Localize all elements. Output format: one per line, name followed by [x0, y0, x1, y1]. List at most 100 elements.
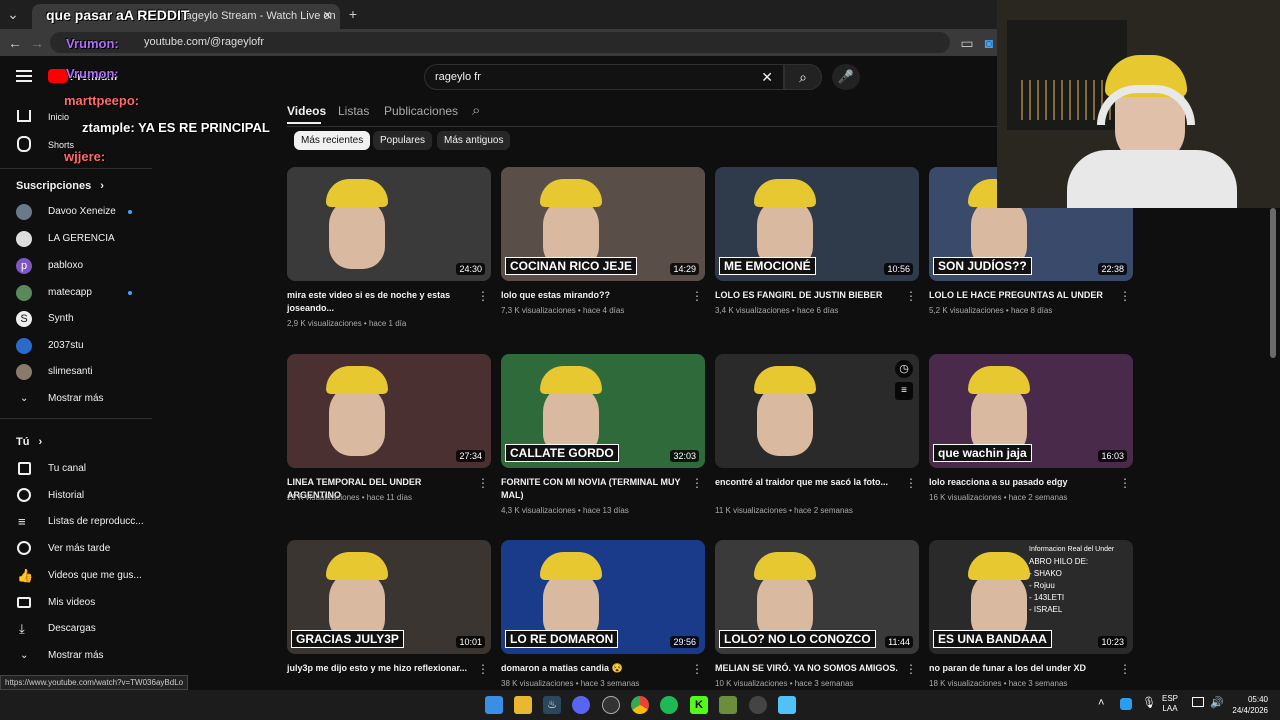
- sidebar-item-sub-0[interactable]: Davoo Xeneize: [0, 199, 150, 225]
- obs-icon[interactable]: [602, 696, 620, 714]
- more-actions-kebab-icon[interactable]: ⋮: [691, 289, 703, 303]
- video-card[interactable]: ◷ ≡ encontré al traidor que me sacó la fot…: [715, 354, 919, 534]
- sidebar-item-sub-2[interactable]: p pabloxo: [0, 253, 150, 279]
- tab-publicaciones[interactable]: Publicaciones: [384, 104, 458, 118]
- more-actions-kebab-icon[interactable]: ⋮: [905, 476, 917, 490]
- sidebar-item-tu-canal[interactable]: Tu canal: [0, 456, 150, 482]
- more-actions-kebab-icon[interactable]: ⋮: [691, 662, 703, 676]
- add-to-queue-icon[interactable]: ≡: [895, 382, 913, 400]
- video-thumbnail[interactable]: 24:30: [287, 167, 491, 281]
- video-card[interactable]: que wachin jaja 16:03 lolo reacciona a su …: [929, 354, 1133, 534]
- sidebar-item-mis-videos[interactable]: Mis videos: [0, 590, 150, 616]
- video-title[interactable]: encontré al traidor que me sacó la foto.…: [715, 476, 905, 489]
- tab-list-chevron-icon[interactable]: ⌄: [4, 5, 22, 23]
- more-actions-kebab-icon[interactable]: ⋮: [1119, 289, 1131, 303]
- minecraft-icon[interactable]: [719, 696, 737, 714]
- extension-icon[interactable]: ◙: [980, 34, 998, 52]
- more-actions-kebab-icon[interactable]: ⋮: [477, 662, 489, 676]
- volume-icon[interactable]: 🔊: [1210, 696, 1224, 709]
- video-thumbnail[interactable]: LO RE DOMARON 29:56: [501, 540, 705, 654]
- youtube-logo[interactable]: [48, 69, 68, 83]
- file-explorer-icon[interactable]: [514, 696, 532, 714]
- discord-icon[interactable]: [572, 696, 590, 714]
- more-actions-kebab-icon[interactable]: ⋮: [905, 289, 917, 303]
- chip-mas-recientes[interactable]: Más recientes: [294, 131, 371, 150]
- search-button[interactable]: ⌕: [784, 64, 822, 90]
- back-arrow-icon[interactable]: ←: [6, 34, 24, 52]
- sidebar-item-sub-5[interactable]: 2037stu: [0, 333, 150, 359]
- search-input[interactable]: rageylo fr ✕: [424, 64, 784, 90]
- notepad-icon[interactable]: [778, 696, 796, 714]
- sidebar-item-historial[interactable]: Historial: [0, 483, 150, 509]
- sidebar-item-descargas[interactable]: ⤓ Descargas: [0, 616, 150, 642]
- page-scrollbar[interactable]: [1270, 208, 1276, 358]
- sidebar-item-sub-1[interactable]: LA GERENCIA: [0, 226, 150, 252]
- ccleaner-icon[interactable]: [749, 696, 767, 714]
- tray-defender-icon[interactable]: [1120, 698, 1132, 710]
- tray-chevron-up-icon[interactable]: ˄: [1098, 697, 1104, 709]
- video-title[interactable]: lolo que estas mirando??: [501, 289, 691, 302]
- video-thumbnail[interactable]: ES UNA BANDAAA 10:23 Informacion Real del …: [929, 540, 1133, 654]
- video-thumbnail[interactable]: 27:34: [287, 354, 491, 468]
- sidebar-item-ver-mas-tarde[interactable]: Ver más tarde: [0, 536, 150, 562]
- video-card[interactable]: CALLATE GORDO 32:03 FORNITE CON MI NOVIA (…: [501, 354, 705, 534]
- more-actions-kebab-icon[interactable]: ⋮: [1119, 476, 1131, 490]
- video-title[interactable]: LOLO ES FANGIRL DE JUSTIN BIEBER: [715, 289, 905, 302]
- clear-search-icon[interactable]: ✕: [761, 65, 773, 89]
- video-thumbnail[interactable]: LOLO? NO LO CONOZCO 11:44: [715, 540, 919, 654]
- sidebar-item-sub-6[interactable]: slimesanti: [0, 359, 150, 385]
- more-actions-kebab-icon[interactable]: ⋮: [1119, 662, 1131, 676]
- tab-videos[interactable]: Videos: [287, 104, 326, 124]
- video-title[interactable]: lolo reacciona a su pasado edgy: [929, 476, 1119, 489]
- clock[interactable]: 05:40 24/4/2026: [1228, 694, 1268, 716]
- video-thumbnail[interactable]: CALLATE GORDO 32:03: [501, 354, 705, 468]
- video-title[interactable]: no paran de funar a los del under XD: [929, 662, 1119, 675]
- sidebar-item-sub-4[interactable]: S Synth: [0, 306, 150, 332]
- url-field[interactable]: youtube.com/@rageylofr: [50, 32, 950, 53]
- video-card[interactable]: ME EMOCIONÉ 10:56 LOLO ES FANGIRL DE JUSTI…: [715, 167, 919, 347]
- subscriptions-title[interactable]: Suscripciones ›: [16, 180, 104, 192]
- windows-start-icon[interactable]: [485, 696, 503, 714]
- video-card[interactable]: 24:30 mira este video si es de noche y es…: [287, 167, 491, 347]
- steam-icon[interactable]: ♨: [543, 696, 561, 714]
- video-card[interactable]: 27:34 LINEA TEMPORAL DEL UNDER ARGENTINO 2…: [287, 354, 491, 534]
- tray-mic-icon[interactable]: 🎙: [1142, 696, 1156, 709]
- tab-close-icon[interactable]: ✕: [323, 4, 332, 29]
- watch-later-clock-icon[interactable]: ◷: [895, 360, 913, 378]
- video-thumbnail[interactable]: que wachin jaja 16:03: [929, 354, 1133, 468]
- video-title[interactable]: MELIAN SE VIRÓ. YA NO SOMOS AMIGOS.: [715, 662, 905, 675]
- cast-icon[interactable]: ▭: [958, 34, 976, 52]
- chip-mas-antiguos[interactable]: Más antiguos: [437, 131, 511, 150]
- chrome-icon[interactable]: [631, 696, 649, 714]
- more-actions-kebab-icon[interactable]: ⋮: [905, 662, 917, 676]
- language-indicator[interactable]: ESP LAA: [1162, 694, 1178, 714]
- new-tab-plus-icon[interactable]: +: [344, 5, 362, 23]
- more-actions-kebab-icon[interactable]: ⋮: [477, 476, 489, 490]
- more-actions-kebab-icon[interactable]: ⋮: [691, 476, 703, 490]
- forward-arrow-icon[interactable]: →: [28, 34, 46, 52]
- video-card[interactable]: COCINAN RICO JEJE 14:29 lolo que estas mir…: [501, 167, 705, 347]
- video-thumbnail[interactable]: GRACIAS JULY3P 10:01: [287, 540, 491, 654]
- more-actions-kebab-icon[interactable]: ⋮: [477, 289, 489, 303]
- spotify-icon[interactable]: [660, 696, 678, 714]
- sidebar-show-more-subs[interactable]: ⌄ Mostrar más: [0, 386, 150, 412]
- kick-icon[interactable]: K: [690, 696, 708, 714]
- video-title[interactable]: mira este video si es de noche y estas j…: [287, 289, 477, 315]
- video-title[interactable]: july3p me dijo esto y me hizo reflexiona…: [287, 662, 477, 675]
- channel-search-icon[interactable]: ⌕: [472, 102, 480, 119]
- video-title[interactable]: FORNITE CON MI NOVIA (TERMINAL MUY MAL): [501, 476, 691, 502]
- tab-listas[interactable]: Listas: [338, 104, 369, 118]
- sidebar-show-more-you[interactable]: ⌄ Mostrar más: [0, 643, 150, 669]
- video-thumbnail[interactable]: COCINAN RICO JEJE 14:29: [501, 167, 705, 281]
- chip-populares[interactable]: Populares: [373, 131, 433, 150]
- video-thumbnail[interactable]: ME EMOCIONÉ 10:56: [715, 167, 919, 281]
- video-title[interactable]: LOLO LE HACE PREGUNTAS AL UNDER: [929, 289, 1119, 302]
- sidebar-item-listas[interactable]: ≡ Listas de reproducc...: [0, 509, 150, 535]
- voice-search-mic-icon[interactable]: 🎤: [832, 64, 860, 90]
- hamburger-menu-icon[interactable]: [16, 70, 32, 82]
- sidebar-item-sub-3[interactable]: matecapp: [0, 280, 150, 306]
- video-thumbnail[interactable]: ◷ ≡: [715, 354, 919, 468]
- network-icon[interactable]: [1192, 697, 1204, 707]
- you-section-title[interactable]: Tú ›: [16, 436, 42, 448]
- video-title[interactable]: domaron a matias candia 😵: [501, 662, 691, 675]
